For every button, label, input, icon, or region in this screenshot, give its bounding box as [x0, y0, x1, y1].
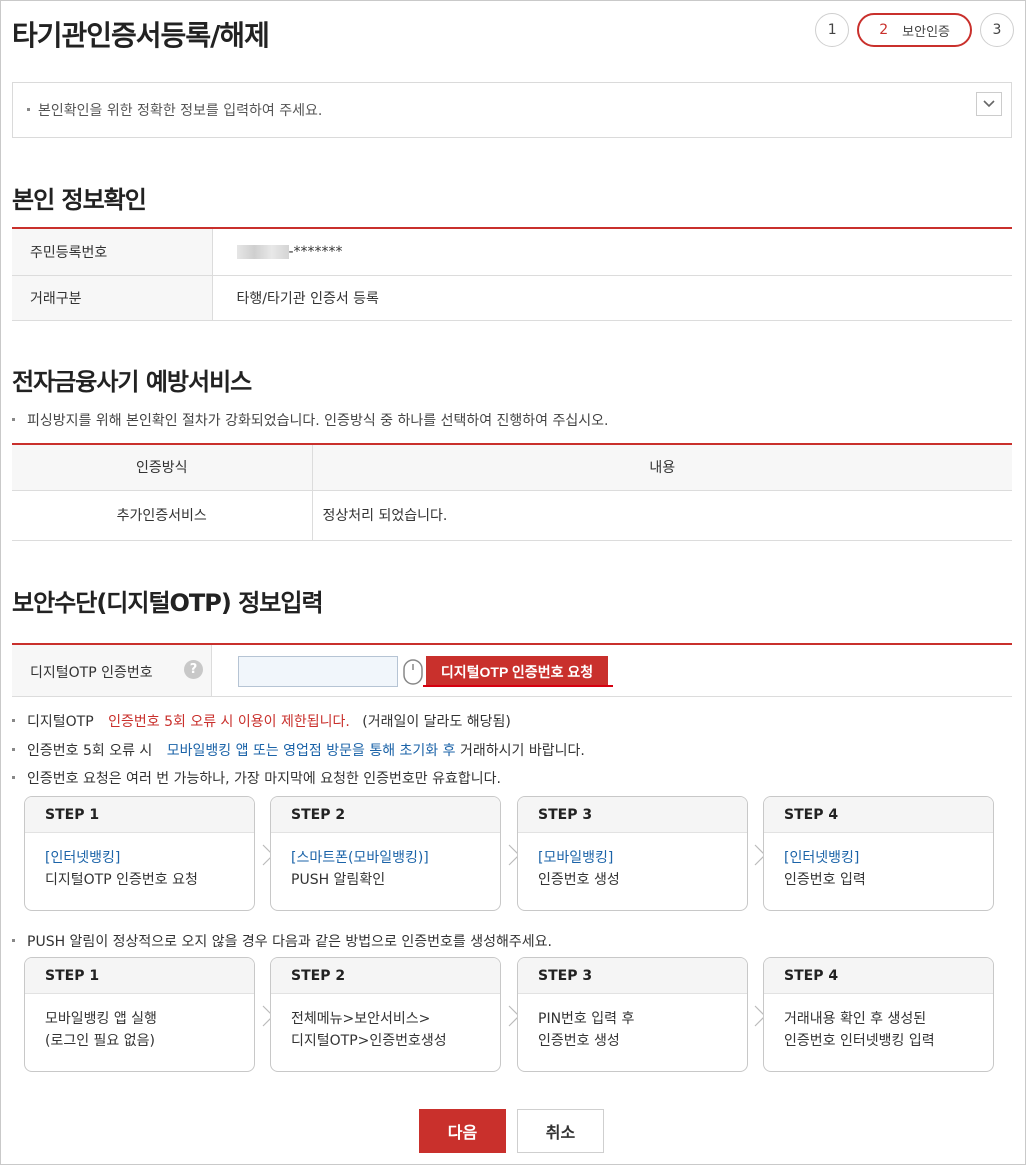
identity-table: 주민등록번호 -******* 거래구분 타행/타기관 인증서 등록: [12, 227, 1012, 321]
row-value: 타행/타기관 인증서 등록: [212, 275, 1012, 321]
cancel-button[interactable]: 취소: [517, 1109, 604, 1153]
fraud-heading: 전자금융사기 예방서비스: [12, 368, 252, 396]
page-title: 타기관인증서등록/해제: [12, 19, 270, 52]
step-desc: 디지털OTP 인증번호 요청: [45, 872, 198, 888]
table-row: 거래구분 타행/타기관 인증서 등록: [12, 275, 1012, 321]
step-line: 전체메뉴>보안서비스>: [291, 1011, 431, 1027]
step-2-label: 보안인증: [902, 24, 950, 40]
row-value: -*******: [212, 228, 1012, 276]
step-channel: [인터넷뱅킹]: [784, 850, 860, 866]
info-highlight-text: 모바일뱅킹 앱 또는 영업점 방문을 통해 초기화 후: [166, 743, 456, 759]
step-card: STEP 3 [모바일뱅킹] 인증번호 생성: [517, 796, 748, 911]
step-1-indicator: 1: [815, 13, 850, 47]
bullet-icon: [12, 417, 15, 421]
step-title: STEP 2: [271, 958, 500, 994]
step-3-indicator: 3: [980, 13, 1014, 47]
column-header: 내용: [312, 444, 1012, 491]
step-title: STEP 4: [764, 797, 993, 833]
step-card: STEP 1 [인터넷뱅킹] 디지털OTP 인증번호 요청: [24, 796, 255, 911]
masked-id-suffix: -*******: [288, 243, 343, 260]
step-line: 거래내용 확인 후 생성된: [784, 1011, 927, 1027]
step-title: STEP 4: [764, 958, 993, 994]
bullet-icon: [12, 718, 15, 722]
auth-method-table: 인증방식 내용 추가인증서비스 정상처리 되었습니다.: [12, 443, 1012, 541]
otp-label: 디지털OTP 인증번호: [30, 665, 153, 681]
notice-box: 본인확인을 위한 정확한 정보를 입력하여 주세요.: [12, 82, 1012, 138]
step-line: PIN번호 입력 후: [538, 1011, 635, 1027]
step-desc: 인증번호 생성: [538, 872, 620, 888]
otp-code-input[interactable]: [238, 656, 398, 687]
step-title: STEP 3: [518, 958, 747, 994]
note-line: PUSH 알림이 정상적으로 오지 않을 경우 다음과 같은 방법으로 인증번호…: [12, 931, 552, 951]
step-desc: PUSH 알림확인: [291, 872, 386, 888]
mouse-keypad-icon[interactable]: [402, 658, 424, 686]
auth-method-cell: 추가인증서비스: [12, 490, 313, 541]
step-channel: [모바일뱅킹]: [538, 850, 614, 866]
step-card: STEP 4 거래내용 확인 후 생성된인증번호 인터넷뱅킹 입력: [763, 957, 994, 1072]
note-line: 디지털OTP 인증번호 5회 오류 시 이용이 제한됩니다. (거래일이 달라도…: [12, 711, 511, 731]
step-card: STEP 1 모바일뱅킹 앱 실행 (로그인 필요 없음): [24, 957, 255, 1072]
otp-request-button[interactable]: 디지털OTP 인증번호 요청: [426, 656, 608, 687]
highlight-underline: [423, 685, 613, 687]
auth-content-cell: 정상처리 되었습니다.: [312, 490, 1012, 541]
row-label: 거래구분: [12, 275, 213, 321]
masked-id-blur: [236, 244, 289, 259]
note-line: 인증번호 요청은 여러 번 가능하나, 가장 마지막에 요청한 인증번호만 유효…: [12, 768, 501, 788]
notice-text: 본인확인을 위한 정확한 정보를 입력하여 주세요.: [38, 103, 323, 119]
warning-text: 인증번호 5회 오류 시 이용이 제한됩니다.: [108, 714, 350, 730]
step-card: STEP 2 전체메뉴>보안서비스> 디지털OTP>인증번호생성: [270, 957, 501, 1072]
step-title: STEP 1: [25, 958, 254, 994]
row-label: 주민등록번호: [12, 228, 213, 276]
table-row: 주민등록번호 -*******: [12, 228, 1012, 276]
step-line: (로그인 필요 없음): [45, 1033, 155, 1049]
step-line: 모바일뱅킹 앱 실행: [45, 1011, 157, 1027]
bullet-icon: [12, 775, 15, 779]
step-title: STEP 2: [271, 797, 500, 833]
identity-heading: 본인 정보확인: [12, 186, 147, 214]
bullet-icon: [12, 938, 15, 942]
note-line: 인증번호 5회 오류 시 모바일뱅킹 앱 또는 영업점 방문을 통해 초기화 후…: [12, 740, 585, 760]
otp-steps-flow: STEP 1 [인터넷뱅킹] 디지털OTP 인증번호 요청 STEP 2 [스마트…: [24, 796, 994, 911]
step-card: STEP 4 [인터넷뱅킹] 인증번호 입력: [763, 796, 994, 911]
step-line: 디지털OTP>인증번호생성: [291, 1033, 447, 1049]
expand-toggle-button[interactable]: [976, 92, 1002, 116]
step-line: 인증번호 생성: [538, 1033, 620, 1049]
progress-stepper: 1 2 보안인증 3: [815, 13, 1014, 47]
table-row: 추가인증서비스 정상처리 되었습니다.: [12, 490, 1012, 541]
column-header: 인증방식: [12, 444, 313, 491]
otp-heading: 보안수단(디지털OTP) 정보입력: [12, 589, 324, 617]
bullet-icon: [27, 107, 30, 111]
step-2-indicator-active: 2 보안인증: [857, 13, 972, 47]
push-fallback-steps: STEP 1 모바일뱅킹 앱 실행 (로그인 필요 없음) STEP 2 전체메뉴…: [24, 957, 994, 1072]
step-title: STEP 3: [518, 797, 747, 833]
step-title: STEP 1: [25, 797, 254, 833]
bullet-icon: [12, 747, 15, 751]
step-2-number: 2: [879, 22, 889, 38]
step-desc: 인증번호 입력: [784, 872, 866, 888]
step-card: STEP 2 [스마트폰(모바일뱅킹)] PUSH 알림확인: [270, 796, 501, 911]
next-button[interactable]: 다음: [419, 1109, 506, 1153]
step-line: 인증번호 인터넷뱅킹 입력: [784, 1033, 935, 1049]
step-channel: [인터넷뱅킹]: [45, 850, 121, 866]
help-icon[interactable]: ?: [184, 660, 203, 679]
table-header-row: 인증방식 내용: [12, 444, 1012, 491]
chevron-down-icon: [983, 100, 995, 108]
step-channel: [스마트폰(모바일뱅킹)]: [291, 850, 429, 866]
step-card: STEP 3 PIN번호 입력 후인증번호 생성: [517, 957, 748, 1072]
otp-input-row: 디지털OTP 인증번호 ? 디지털OTP 인증번호 요청: [12, 643, 1012, 697]
fraud-description: 피싱방지를 위해 본인확인 절차가 강화되었습니다. 인증방식 중 하나를 선택…: [12, 410, 608, 430]
